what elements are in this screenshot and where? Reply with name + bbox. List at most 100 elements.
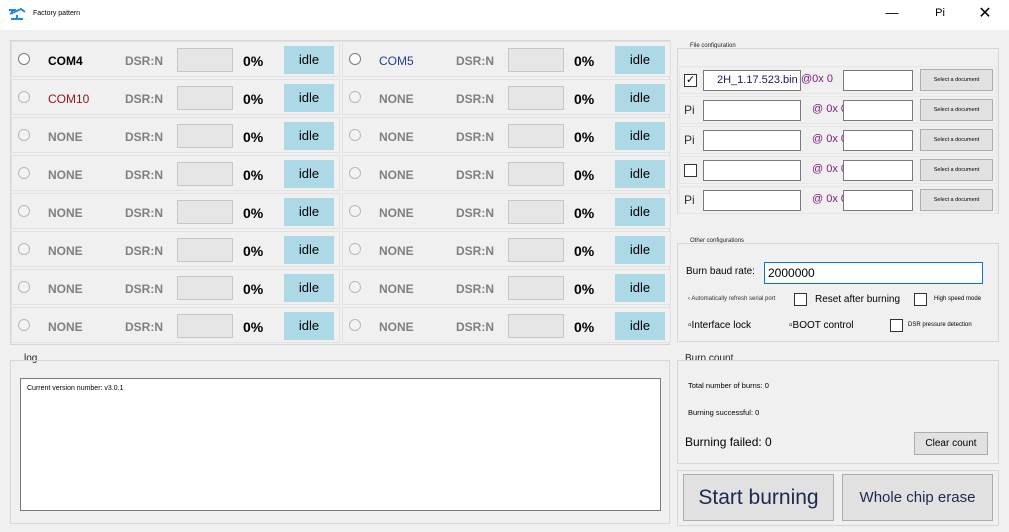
app-logo-icon	[9, 7, 26, 20]
progress-percent: 0%	[243, 205, 264, 221]
port-status-button[interactable]: idle	[615, 312, 665, 340]
port-status-button[interactable]: idle	[615, 236, 665, 264]
port-status-button[interactable]: idle	[284, 312, 334, 340]
port-status-button[interactable]: idle	[284, 198, 334, 226]
dsr-status: DSR:N	[125, 130, 163, 144]
port-select-radio[interactable]	[349, 205, 361, 217]
file-enable-toggle[interactable]: Pi	[684, 193, 695, 207]
port-cell: NONE DSR:N 0% idle	[11, 231, 340, 267]
port-cell: COM10 DSR:N 0% idle	[11, 79, 340, 115]
dsr-status: DSR:N	[456, 244, 494, 258]
progress-percent: 0%	[243, 91, 264, 107]
port-status-button[interactable]: idle	[284, 84, 334, 112]
address-input[interactable]	[843, 100, 913, 121]
port-status-button[interactable]: idle	[615, 84, 665, 112]
port-status-button[interactable]: idle	[284, 236, 334, 264]
port-select-radio[interactable]	[349, 281, 361, 293]
port-status-button[interactable]: idle	[615, 274, 665, 302]
progress-percent: 0%	[574, 205, 595, 221]
port-select-radio[interactable]	[349, 91, 361, 103]
address-input[interactable]	[843, 160, 913, 181]
progress-percent: 0%	[243, 53, 264, 69]
file-path-input[interactable]	[703, 190, 801, 211]
port-status-button[interactable]: idle	[284, 160, 334, 188]
file-enable-checkbox[interactable]: ✓	[684, 74, 697, 87]
interface-lock-option[interactable]: ▫Interface lock	[688, 320, 751, 331]
dsr-detect-checkbox[interactable]	[890, 319, 903, 332]
port-status-button[interactable]: idle	[284, 274, 334, 302]
port-select-radio[interactable]	[349, 319, 361, 331]
port-select-radio[interactable]	[18, 129, 30, 141]
port-select-radio[interactable]	[18, 281, 30, 293]
port-select-radio[interactable]	[349, 53, 361, 65]
address-input[interactable]	[843, 70, 913, 91]
select-document-button[interactable]: Select a document	[920, 69, 993, 91]
dsr-status: DSR:N	[125, 168, 163, 182]
high-speed-checkbox[interactable]	[914, 293, 927, 306]
file-path-input[interactable]	[703, 160, 801, 181]
port-select-radio[interactable]	[18, 243, 30, 255]
port-name: NONE	[48, 168, 83, 182]
select-document-button[interactable]: Select a document	[920, 189, 993, 211]
dsr-status: DSR:N	[456, 92, 494, 106]
select-document-button[interactable]: Select a document	[920, 159, 993, 181]
port-select-radio[interactable]	[18, 319, 30, 331]
port-cell: NONE DSR:N 0% idle	[342, 231, 671, 267]
pin-button[interactable]: Pi	[925, 7, 955, 27]
address-input[interactable]	[843, 190, 913, 211]
port-select-radio[interactable]	[18, 167, 30, 179]
file-enable-checkbox[interactable]	[684, 164, 697, 177]
address-prefix: @ 0x 0	[812, 133, 848, 145]
progress-percent: 0%	[243, 167, 264, 183]
port-name: COM5	[379, 54, 414, 68]
dsr-status: DSR:N	[125, 54, 163, 68]
port-cell: NONE DSR:N 0% idle	[342, 79, 671, 115]
port-select-radio[interactable]	[18, 205, 30, 217]
port-status-button[interactable]: idle	[615, 160, 665, 188]
start-burning-button[interactable]: Start burning	[683, 474, 834, 521]
address-input[interactable]	[843, 130, 913, 151]
clear-count-button[interactable]: Clear count	[914, 432, 988, 455]
port-cell: NONE DSR:N 0% idle	[11, 307, 340, 343]
file-path-input[interactable]	[703, 130, 801, 151]
dsr-status: DSR:N	[456, 320, 494, 334]
port-status-button[interactable]: idle	[615, 46, 665, 74]
progress-bar	[177, 200, 233, 224]
file-path-input[interactable]	[703, 100, 801, 121]
file-config-row: Pi @ 0x 0 Select a document	[679, 96, 997, 124]
dsr-status: DSR:N	[456, 282, 494, 296]
baud-rate-input[interactable]	[764, 262, 983, 284]
select-document-button[interactable]: Select a document	[920, 129, 993, 151]
port-select-radio[interactable]	[349, 129, 361, 141]
address-prefix: @ 0x 0	[812, 103, 848, 115]
port-name: COM10	[48, 92, 90, 106]
port-select-radio[interactable]	[18, 53, 30, 65]
chip-erase-button[interactable]: Whole chip erase	[842, 474, 993, 521]
file-enable-toggle[interactable]: Pi	[684, 133, 695, 147]
port-status-button[interactable]: idle	[284, 122, 334, 150]
log-output[interactable]: Current version number: v3.0.1	[20, 378, 661, 511]
file-path-input[interactable]: 2H_1.17.523.bin	[703, 70, 801, 91]
port-status-button[interactable]: idle	[284, 46, 334, 74]
progress-percent: 0%	[574, 319, 595, 335]
port-select-radio[interactable]	[349, 243, 361, 255]
dsr-status: DSR:N	[125, 206, 163, 220]
auto-refresh-label[interactable]: ‹ Automatically refresh serial port	[688, 296, 775, 302]
reset-after-checkbox[interactable]	[794, 293, 807, 306]
close-button[interactable]: ✕	[970, 3, 1000, 23]
port-cell: NONE DSR:N 0% idle	[11, 269, 340, 305]
select-document-button[interactable]: Select a document	[920, 99, 993, 121]
port-select-radio[interactable]	[349, 167, 361, 179]
progress-percent: 0%	[574, 91, 595, 107]
port-select-radio[interactable]	[18, 91, 30, 103]
total-burns: Total number of burns: 0	[688, 381, 769, 390]
file-config-row: Pi @ 0x 0 Select a document	[679, 126, 997, 154]
port-name: NONE	[48, 130, 83, 144]
port-status-button[interactable]: idle	[615, 198, 665, 226]
boot-control-option[interactable]: ▫BOOT control	[789, 320, 854, 331]
dsr-status: DSR:N	[456, 206, 494, 220]
progress-bar	[177, 314, 233, 338]
minimize-button[interactable]: —	[877, 5, 907, 25]
file-enable-toggle[interactable]: Pi	[684, 103, 695, 117]
port-status-button[interactable]: idle	[615, 122, 665, 150]
